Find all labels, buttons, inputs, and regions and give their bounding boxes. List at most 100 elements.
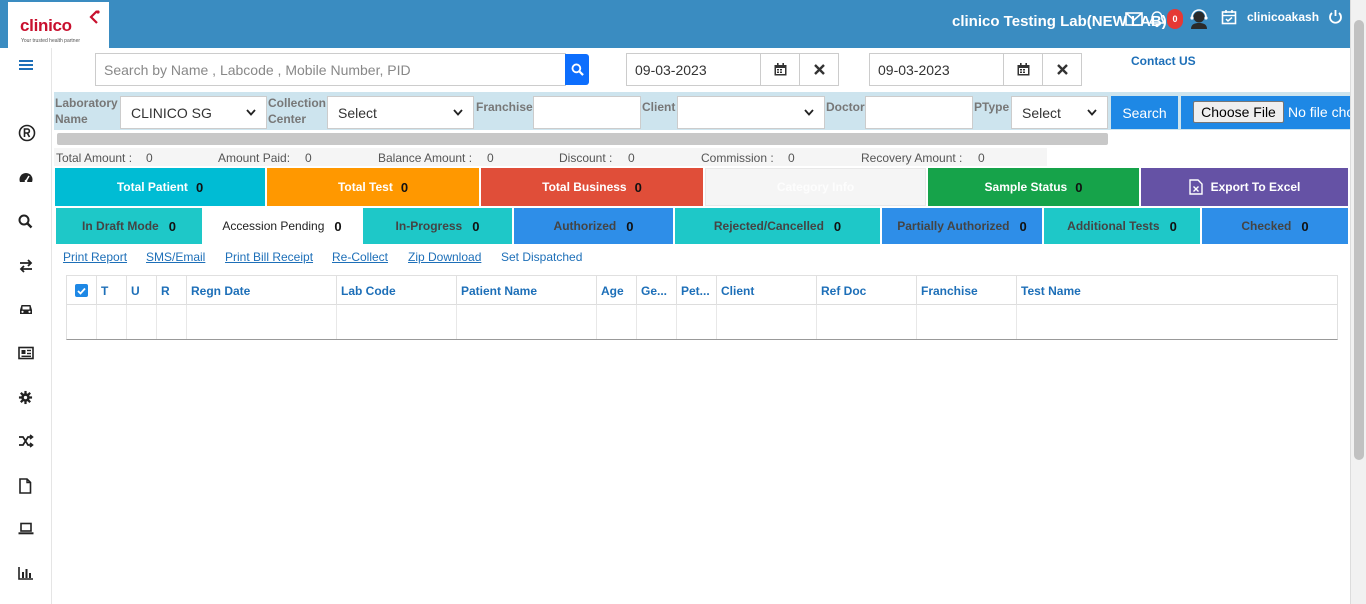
col-age[interactable]: Age: [596, 276, 636, 305]
laboratory-select[interactable]: CLINICO SG: [120, 96, 267, 129]
col-r[interactable]: R: [156, 276, 186, 305]
table-header: T U R Regn Date Lab Code Patient Name Ag…: [67, 276, 1337, 305]
to-date-input[interactable]: [869, 53, 1004, 86]
notification-badge[interactable]: 0: [1167, 9, 1183, 29]
ptype-label: PType: [974, 100, 1010, 114]
status-tile-partially-authorized-label: Partially Authorized: [897, 219, 1010, 233]
gear-icon[interactable]: [18, 390, 36, 408]
calendar-icon: [774, 63, 786, 76]
collection-center-label: Collection Center: [268, 96, 327, 126]
status-tile-in-progress[interactable]: In-Progress 0: [363, 208, 512, 244]
col-test-name[interactable]: Test Name: [1016, 276, 1337, 305]
export-to-excel-button[interactable]: Export To Excel: [1141, 168, 1348, 206]
doctor-input[interactable]: [865, 96, 973, 129]
chevron-down-icon: [246, 109, 256, 116]
status-tile-authorized[interactable]: Authorized 0: [514, 208, 673, 244]
table-cell: [816, 305, 916, 339]
filter-search-button[interactable]: Search: [1111, 96, 1178, 129]
zip-download-link[interactable]: Zip Download: [408, 250, 481, 264]
tile-total-business-label: Total Business: [542, 180, 627, 194]
commission-value: 0: [788, 151, 795, 165]
dashboard-icon[interactable]: [18, 170, 36, 188]
search-submit-button[interactable]: [565, 54, 589, 85]
status-tile-additional-tests-count: 0: [1169, 218, 1177, 234]
col-lab-code[interactable]: Lab Code: [336, 276, 456, 305]
tile-total-test[interactable]: Total Test 0: [267, 168, 479, 206]
col-gender[interactable]: Ge...: [636, 276, 676, 305]
col-u[interactable]: U: [126, 276, 156, 305]
sms-email-link[interactable]: SMS/Email: [146, 250, 205, 264]
calendar-check-icon[interactable]: [1221, 9, 1237, 25]
col-regn-date[interactable]: Regn Date: [186, 276, 336, 305]
status-tile-additional-tests[interactable]: Additional Tests 0: [1044, 208, 1200, 244]
shuffle-icon[interactable]: [18, 434, 36, 452]
collection-center-select-value: Select: [338, 104, 377, 121]
news-icon[interactable]: [18, 346, 36, 364]
transfer-icon[interactable]: [18, 258, 36, 276]
to-date-clear-button[interactable]: [1042, 53, 1082, 86]
from-date-clear-button[interactable]: [799, 53, 839, 86]
select-all-checkbox[interactable]: [67, 276, 96, 305]
col-t[interactable]: T: [96, 276, 126, 305]
tile-total-patient[interactable]: Total Patient 0: [55, 168, 265, 206]
commission-label: Commission :: [701, 151, 774, 165]
contact-us-link[interactable]: Contact US: [1131, 54, 1196, 68]
status-tile-partially-authorized-count: 0: [1019, 218, 1027, 234]
scrollbar-thumb[interactable]: [1354, 20, 1364, 460]
col-franchise[interactable]: Franchise: [916, 276, 1016, 305]
choose-file-button[interactable]: Choose File: [1193, 101, 1284, 123]
search-input[interactable]: [95, 53, 566, 86]
print-report-link[interactable]: Print Report: [63, 250, 127, 264]
tile-sample-status-count: 0: [1075, 179, 1083, 195]
bell-icon[interactable]: [1149, 10, 1165, 28]
bar-chart-icon[interactable]: [18, 566, 36, 584]
registered-icon[interactable]: [18, 124, 36, 142]
tile-category-info[interactable]: Category Info: [705, 168, 926, 206]
ptype-select[interactable]: Select: [1011, 96, 1108, 129]
laptop-icon[interactable]: [18, 522, 36, 540]
from-date-calendar-button[interactable]: [760, 53, 800, 86]
power-icon[interactable]: [1328, 9, 1343, 24]
chevron-down-icon: [453, 109, 463, 116]
status-tile-rejected[interactable]: Rejected/Cancelled 0: [675, 208, 880, 244]
table-cell: [456, 305, 596, 339]
search-icon[interactable]: [18, 214, 36, 232]
status-tile-draft[interactable]: In Draft Mode 0: [56, 208, 202, 244]
table-cell: [126, 305, 156, 339]
set-dispatched-link[interactable]: Set Dispatched: [501, 250, 582, 264]
tile-total-test-label: Total Test: [337, 180, 393, 194]
status-tile-accession-pending-count: 0: [334, 218, 342, 234]
col-client[interactable]: Client: [716, 276, 816, 305]
table-cell: [716, 305, 816, 339]
print-bill-receipt-link[interactable]: Print Bill Receipt: [225, 250, 313, 264]
table-cell: [676, 305, 716, 339]
support-agent-icon[interactable]: [1187, 7, 1211, 31]
franchise-input[interactable]: [533, 96, 641, 129]
username[interactable]: clinicoakash: [1247, 10, 1319, 24]
car-icon[interactable]: [18, 302, 36, 320]
col-pet[interactable]: Pet...: [676, 276, 716, 305]
to-date-calendar-button[interactable]: [1003, 53, 1043, 86]
status-tile-accession-pending[interactable]: Accession Pending 0: [204, 208, 360, 244]
vertical-scrollbar[interactable]: [1350, 0, 1366, 604]
document-icon[interactable]: [18, 478, 36, 496]
mail-icon[interactable]: [1125, 11, 1143, 27]
status-tile-checked-count: 0: [1301, 218, 1309, 234]
status-tile-accession-pending-label: Accession Pending: [222, 219, 325, 233]
collection-center-select[interactable]: Select: [327, 96, 474, 129]
tile-total-business[interactable]: Total Business 0: [481, 168, 703, 206]
close-icon: [813, 64, 825, 75]
from-date-input[interactable]: [626, 53, 761, 86]
tile-sample-status[interactable]: Sample Status 0: [928, 168, 1139, 206]
menu-icon[interactable]: [19, 58, 37, 76]
logo[interactable]: clinico Your trusted health partner: [8, 2, 109, 48]
col-ref-doc[interactable]: Ref Doc: [816, 276, 916, 305]
export-to-excel-label: Export To Excel: [1210, 180, 1301, 194]
re-collect-link[interactable]: Re-Collect: [332, 250, 388, 264]
col-patient-name[interactable]: Patient Name: [456, 276, 596, 305]
sidebar: [0, 48, 52, 604]
client-select[interactable]: [677, 96, 825, 129]
horizontal-scrollbar[interactable]: [57, 133, 1108, 145]
status-tile-checked[interactable]: Checked 0: [1202, 208, 1348, 244]
status-tile-partially-authorized[interactable]: Partially Authorized 0: [882, 208, 1042, 244]
